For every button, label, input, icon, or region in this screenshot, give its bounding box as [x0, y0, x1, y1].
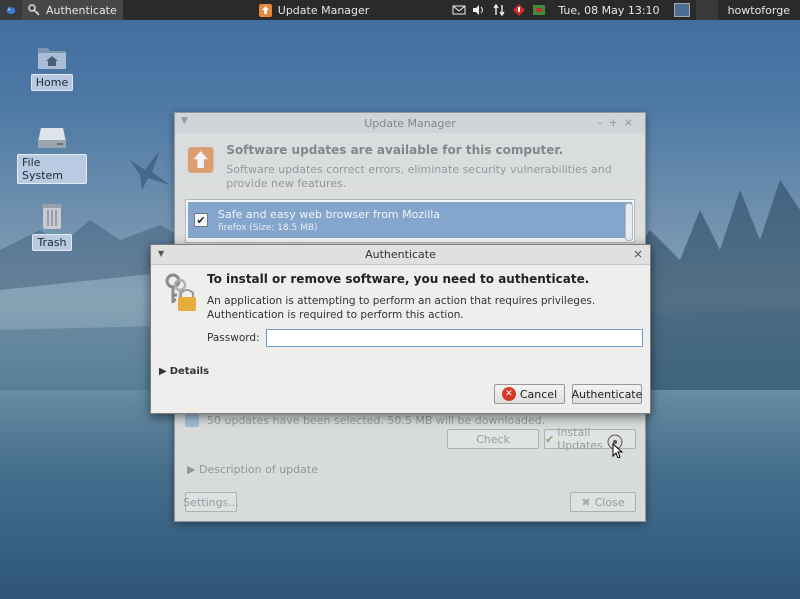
authenticate-titlebar[interactable]: ▼ Authenticate × — [151, 245, 650, 265]
user-menu[interactable]: howtoforge — [718, 4, 800, 17]
selection-status: 50 updates have been selected. 50.5 MB w… — [185, 413, 545, 427]
update-manager-titlebar[interactable]: ▼ Update Manager –+× — [175, 113, 645, 133]
desktop-icon-label: File System — [17, 154, 87, 184]
close-button[interactable]: ✖ Close — [570, 492, 636, 512]
workspace-switcher[interactable] — [668, 0, 696, 20]
desktop-icon-file-system[interactable]: File System — [17, 124, 87, 184]
workspace-empty[interactable] — [695, 0, 718, 20]
keys-lock-icon — [165, 273, 196, 311]
volume-icon[interactable] — [472, 4, 486, 16]
taskbar-button-authenticate[interactable]: Authenticate — [22, 0, 123, 20]
authenticate-heading: To install or remove software, you need … — [207, 272, 590, 286]
update-notifier-icon[interactable] — [512, 4, 526, 16]
desktop-icon-home[interactable]: Home — [17, 44, 87, 91]
mail-icon[interactable] — [452, 4, 466, 16]
updates-list[interactable]: ✔ Safe and easy web browser from Mozilla… — [185, 199, 635, 243]
authenticate-dialog: ▼ Authenticate × To install or remove so… — [150, 244, 651, 414]
taskbar-button-update-manager[interactable]: Update Manager — [253, 0, 376, 20]
top-panel: Authenticate Update Manager Tue, 08 May … — [0, 0, 800, 20]
details-expander[interactable]: ▶ Details — [159, 366, 209, 377]
authenticate-button[interactable]: Authenticate — [572, 384, 642, 404]
network-icon[interactable] — [492, 4, 506, 16]
expander-arrow-icon: ▶ — [159, 366, 167, 377]
package-icon[interactable] — [532, 4, 546, 16]
drive-icon — [38, 128, 66, 148]
cancel-button[interactable]: ✕ Cancel — [494, 384, 565, 404]
workspace-thumbnail — [673, 3, 690, 17]
close-label: Close — [594, 495, 625, 509]
taskbar-label: Authenticate — [46, 3, 117, 17]
update-manager-icon — [258, 3, 272, 17]
busy-cursor-icon — [607, 434, 624, 458]
window-title: Update Manager — [364, 116, 456, 130]
check-button[interactable]: Check — [447, 429, 539, 449]
update-detail: firefox (Size: 18.5 MB) — [218, 222, 318, 233]
update-title: Safe and easy web browser from Mozilla — [218, 207, 441, 221]
authenticate-message: An application is attempting to perform … — [207, 295, 596, 321]
updates-description: Software updates correct errors, elimina… — [226, 163, 612, 190]
checkmark-icon: ✔ — [545, 432, 555, 446]
description-expander[interactable]: ▶ Description of update — [187, 463, 318, 476]
details-label: Details — [169, 366, 210, 377]
home-folder-icon — [38, 48, 66, 69]
password-input[interactable] — [266, 329, 643, 347]
settings-button[interactable]: Settings... — [183, 492, 239, 512]
window-controls[interactable]: –+× — [597, 116, 639, 129]
system-tray — [448, 0, 550, 20]
window-menu-icon[interactable]: ▼ — [181, 116, 188, 126]
list-scrollbar[interactable] — [625, 203, 633, 241]
clock[interactable]: Tue, 08 May 13:10 — [550, 4, 667, 17]
window-menu-icon[interactable]: ▼ — [158, 249, 164, 258]
status-text: 50 updates have been selected. 50.5 MB w… — [207, 413, 546, 427]
desktop-icon-trash[interactable]: Trash — [17, 202, 87, 251]
update-manager-header: Software updates are available for this … — [187, 143, 635, 191]
list-item[interactable]: ✔ Safe and easy web browser from Mozilla… — [188, 202, 632, 238]
key-icon — [28, 4, 40, 16]
password-label: Password: — [207, 332, 260, 344]
update-checkbox[interactable]: ✔ — [194, 213, 208, 227]
taskbar-label: Update Manager — [277, 3, 370, 17]
applications-menu-button[interactable] — [0, 0, 22, 20]
dialog-title: Authenticate — [365, 248, 436, 261]
cancel-icon: ✕ — [501, 387, 516, 401]
download-icon — [185, 413, 199, 427]
description-label: Description of update — [198, 463, 318, 476]
close-icon[interactable]: × — [633, 247, 643, 261]
expander-arrow-icon: ▶ — [187, 463, 196, 476]
xfce-mouse-icon — [6, 6, 16, 15]
updates-available-heading: Software updates are available for this … — [226, 143, 564, 157]
trash-icon — [42, 204, 62, 229]
desktop-icon-label: Trash — [32, 234, 72, 251]
close-icon: ✖ — [581, 495, 591, 509]
software-update-icon — [187, 147, 214, 173]
desktop-icon-label: Home — [30, 74, 74, 91]
cancel-label: Cancel — [519, 387, 558, 401]
